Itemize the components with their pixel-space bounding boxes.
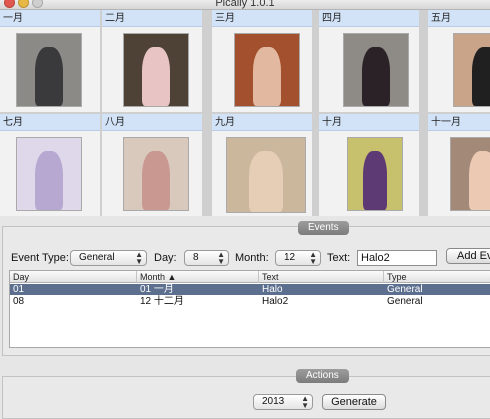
year-value: 2013 xyxy=(262,396,285,407)
month-label: 九月 xyxy=(212,114,312,131)
month-cell[interactable]: 十月 xyxy=(319,114,419,216)
updown-arrows-icon: ▲ ▼ xyxy=(217,250,225,266)
month-grid: 一月 二月 三月 四月 五月 七月 八月 九月 十月 十一月 xyxy=(0,10,490,216)
table-header: Day Month ▲ Text Type xyxy=(10,271,490,283)
cell-month: 01 一月 xyxy=(140,284,174,295)
actions-panel xyxy=(2,376,490,419)
table-row[interactable]: 08 12 十二月 Halo2 General xyxy=(10,296,490,307)
month-cell[interactable]: 九月 xyxy=(212,114,312,216)
day-label: Day: xyxy=(154,252,177,264)
column-header-type[interactable]: Type xyxy=(384,271,490,283)
day-value: 8 xyxy=(193,252,199,263)
month-photo xyxy=(123,33,189,107)
month-cell[interactable]: 四月 xyxy=(319,10,419,112)
month-cell[interactable]: 三月 xyxy=(212,10,312,112)
month-cell[interactable]: 七月 xyxy=(0,114,100,216)
month-label: 十一月 xyxy=(428,114,490,131)
day-select[interactable]: 8 ▲ ▼ xyxy=(184,250,229,266)
text-label: Text: xyxy=(327,252,351,264)
app-window: Pically 1.0.1 一月 二月 三月 四月 五月 七月 八月 九月 十月… xyxy=(0,0,490,419)
cell-month: 12 十二月 xyxy=(140,296,184,307)
month-photo xyxy=(16,137,82,211)
event-type-value: General xyxy=(79,252,115,263)
cell-text: Halo2 xyxy=(262,296,289,307)
month-field-label: Month: xyxy=(235,252,269,264)
actions-section-label: Actions xyxy=(296,369,349,383)
month-label: 三月 xyxy=(212,10,312,27)
event-type-label: Event Type: xyxy=(11,252,69,264)
month-label: 五月 xyxy=(428,10,490,27)
month-photo xyxy=(226,137,306,213)
events-section-label: Events xyxy=(298,221,349,235)
updown-arrows-icon: ▲ ▼ xyxy=(301,394,309,410)
generate-button[interactable]: Generate xyxy=(322,394,386,410)
month-cell[interactable]: 五月 xyxy=(428,10,490,112)
event-text-input[interactable]: Halo2 xyxy=(357,250,437,266)
month-label: 一月 xyxy=(0,10,100,27)
events-table[interactable]: Day Month ▲ Text Type 01 01 一月 Halo Gene… xyxy=(9,270,490,348)
cell-day: 08 xyxy=(13,296,25,307)
month-photo xyxy=(347,137,403,211)
month-select[interactable]: 12 ▲ ▼ xyxy=(275,250,321,266)
month-label: 十月 xyxy=(319,114,419,131)
month-photo xyxy=(343,33,409,107)
event-form: Event Type: General ▲ ▼ Day: 8 ▲ ▼ Month: … xyxy=(0,248,490,268)
event-type-select[interactable]: General ▲ ▼ xyxy=(70,250,147,266)
month-photo xyxy=(450,137,490,211)
cell-type: General xyxy=(387,296,423,307)
month-label: 八月 xyxy=(102,114,202,131)
column-header-day[interactable]: Day xyxy=(10,271,137,283)
month-photo xyxy=(453,33,490,107)
month-cell[interactable]: 八月 xyxy=(102,114,202,216)
month-label: 二月 xyxy=(102,10,202,27)
add-event-button[interactable]: Add Ev xyxy=(446,248,490,264)
updown-arrows-icon: ▲ ▼ xyxy=(135,250,143,266)
month-cell[interactable]: 十一月 xyxy=(428,114,490,216)
month-photo xyxy=(16,33,82,107)
title-bar: Pically 1.0.1 xyxy=(0,0,490,10)
month-label: 四月 xyxy=(319,10,419,27)
column-header-text[interactable]: Text xyxy=(259,271,384,283)
column-header-month[interactable]: Month ▲ xyxy=(137,271,259,283)
cell-day: 01 xyxy=(13,284,25,295)
table-row[interactable]: 01 01 一月 Halo General xyxy=(10,284,490,295)
window-title: Pically 1.0.1 xyxy=(215,0,275,9)
month-cell[interactable]: 二月 xyxy=(102,10,202,112)
year-select[interactable]: 2013 ▲ ▼ xyxy=(253,394,313,410)
month-label: 七月 xyxy=(0,114,100,131)
cell-type: General xyxy=(387,284,423,295)
cell-text: Halo xyxy=(262,284,283,295)
month-value: 12 xyxy=(284,252,296,263)
month-cell[interactable]: 一月 xyxy=(0,10,100,112)
month-photo xyxy=(234,33,300,107)
month-photo xyxy=(123,137,189,211)
updown-arrows-icon: ▲ ▼ xyxy=(309,250,317,266)
